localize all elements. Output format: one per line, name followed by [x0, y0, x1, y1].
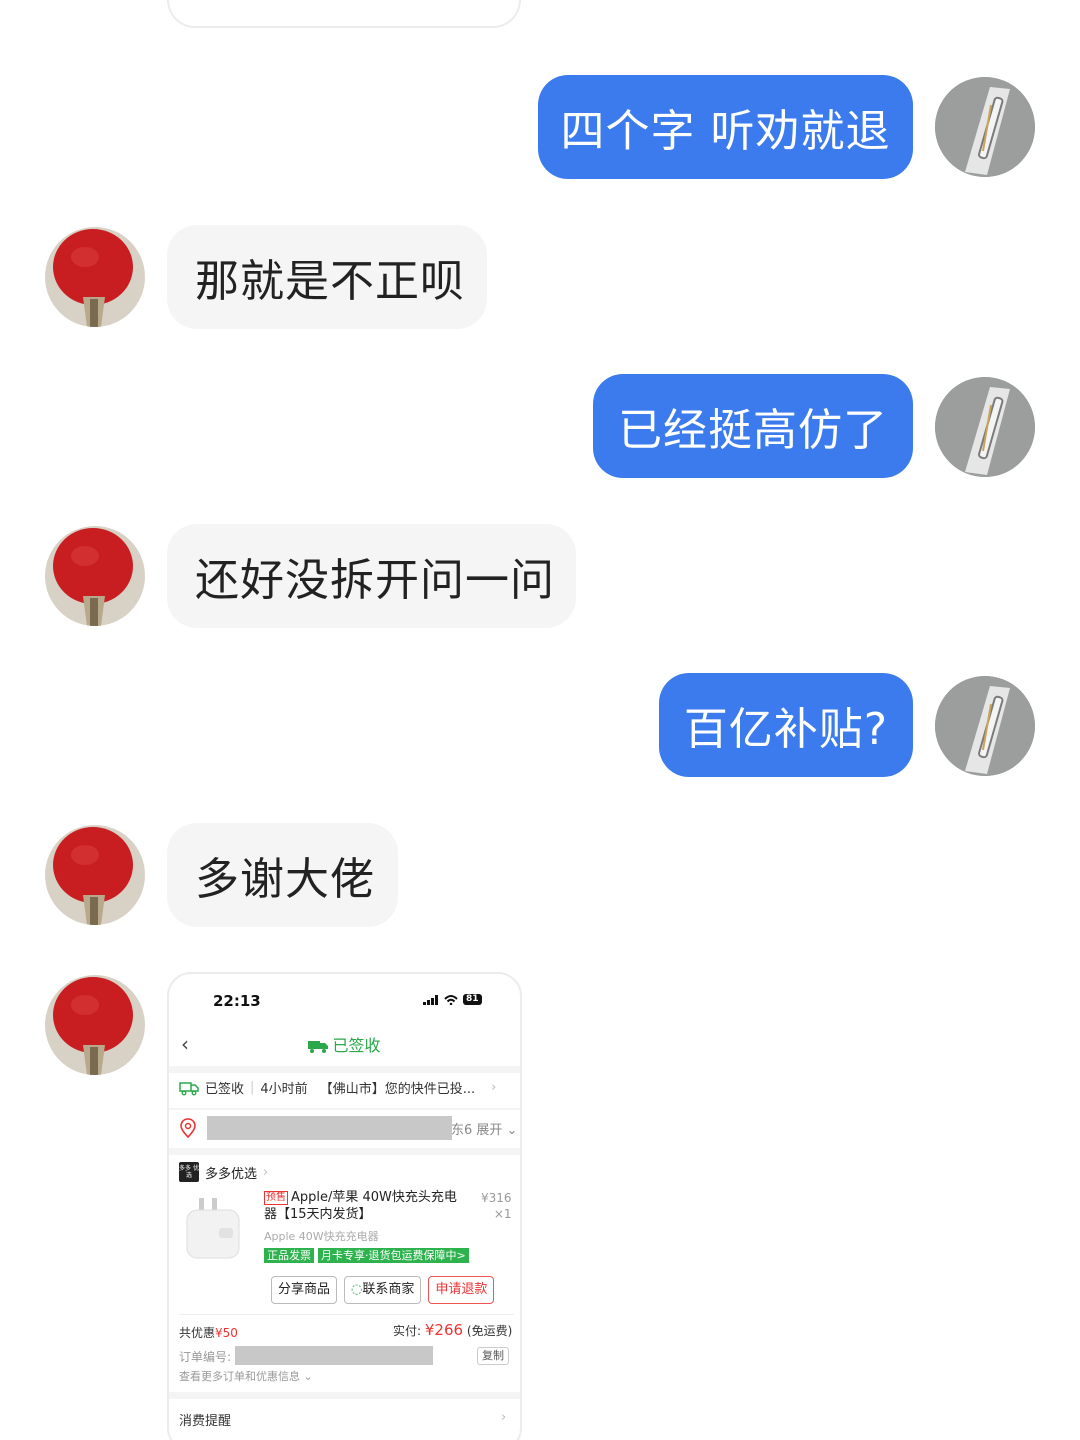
product-tags: 正品发票 月卡专享·退货包运费保障中> [264, 1248, 469, 1263]
message-bubble-sent[interactable]: 已经挺高仿了 [593, 374, 913, 478]
divider [169, 1108, 520, 1110]
share-product-button[interactable]: 分享商品 [271, 1276, 338, 1304]
message-bubble-sent[interactable]: 百亿补贴? [659, 673, 913, 777]
message-bubble-received[interactable]: 多谢大佬 [167, 823, 398, 927]
tag-guarantee[interactable]: 月卡专享·退货包运费保障中> [318, 1248, 469, 1263]
my-avatar[interactable] [935, 676, 1035, 776]
redacted-address [207, 1116, 452, 1140]
contact-avatar[interactable] [45, 526, 145, 626]
paid-amount: 实付: ¥266 (免运费) [393, 1321, 513, 1339]
chevron-down-icon: ⌄ [502, 1123, 518, 1138]
store-logo: 多多 优选 [179, 1162, 199, 1182]
order-number-label: 订单编号: [179, 1350, 232, 1364]
message-bubble-sent[interactable]: 四个字 听劝就退 [538, 75, 913, 179]
battery-icon: 81 [463, 994, 482, 1005]
contact-merchant-button[interactable]: ◌联系商家 [344, 1276, 422, 1304]
chevron-down-icon: ⌄ [300, 1370, 313, 1383]
order-actions: 分享商品 ◌联系商家 申请退款 [271, 1276, 495, 1304]
status-icons: 81 [423, 994, 482, 1005]
location-pin-icon [179, 1118, 197, 1142]
previous-message-bubble [167, 0, 521, 28]
signal-icon [423, 994, 438, 1005]
consumer-reminder[interactable]: 消费提醒 [179, 1410, 231, 1429]
tracking-row[interactable]: 已签收 | 4小时前 【佛山市】您的快件已投... › [179, 1078, 496, 1097]
delivery-icon [179, 1081, 199, 1095]
contact-avatar[interactable] [45, 227, 145, 327]
discount-total: 共优惠¥50 [179, 1326, 238, 1340]
tag-invoice: 正品发票 [264, 1248, 314, 1263]
redacted-order-number [235, 1346, 433, 1365]
presale-badge: 预售 [264, 1191, 288, 1205]
tracking-text: 【佛山市】您的快件已投... [319, 1082, 476, 1097]
copy-button[interactable]: 复制 [477, 1347, 509, 1365]
store-name: 多多优选 [205, 1166, 258, 1182]
chevron-right-icon: › [501, 1410, 507, 1425]
contact-avatar[interactable] [45, 975, 145, 1075]
my-avatar[interactable] [935, 377, 1035, 477]
status-time: 22:13 [213, 992, 261, 1010]
page-title: 已签收 [169, 1032, 520, 1057]
divider [169, 1066, 520, 1073]
contact-avatar[interactable] [45, 825, 145, 925]
tracking-status: 已签收 [205, 1082, 245, 1097]
message-bubble-received[interactable]: 那就是不正呗 [167, 225, 487, 329]
message-bubble-received[interactable]: 还好没拆开问一问 [167, 524, 576, 628]
chevron-right-icon: › [263, 1164, 269, 1180]
my-avatar[interactable] [935, 77, 1035, 177]
product-thumbnail[interactable] [179, 1192, 255, 1268]
divider [169, 1392, 520, 1399]
truck-icon [308, 1038, 329, 1057]
store-row[interactable]: 多多 优选 多多优选 › [179, 1162, 268, 1182]
expand-address[interactable]: 东6 展开 ⌄ [451, 1119, 517, 1138]
chevron-right-icon: › [491, 1080, 497, 1095]
more-order-info[interactable]: 查看更多订单和优惠信息 ⌄ [179, 1368, 313, 1384]
request-refund-button[interactable]: 申请退款 [428, 1276, 495, 1304]
product-price: ¥316 ×1 [481, 1191, 512, 1221]
chat-icon: ◌ [351, 1282, 363, 1297]
tracking-time: 4小时前 [260, 1082, 308, 1097]
wifi-icon [444, 994, 458, 1005]
divider [179, 1314, 514, 1315]
divider [169, 1148, 520, 1155]
nav-title-text: 已签收 [332, 1036, 381, 1055]
product-spec: Apple 40W快充充电器 [264, 1230, 379, 1243]
image-message-order-screenshot[interactable]: 22:13 81 ‹ 已签收 已签收 | 4小时前 【佛山市】您的快件已投...… [167, 972, 522, 1440]
product-title[interactable]: 预售 Apple/苹果 40W快充头充电器【15天内发货】 [264, 1189, 469, 1223]
